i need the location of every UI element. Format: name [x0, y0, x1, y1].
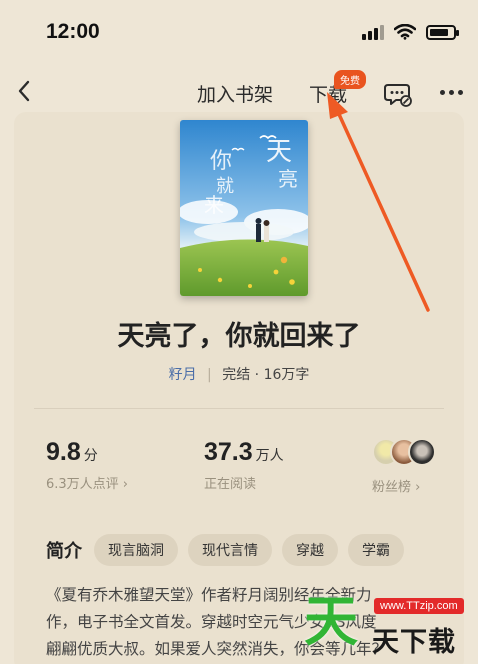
tag-xiandai-yanqing[interactable]: 现代言情	[188, 534, 272, 566]
watermark-logo: 天	[304, 590, 358, 653]
book-title: 天亮了，你就回来了	[117, 321, 361, 352]
back-button[interactable]	[10, 76, 38, 106]
svg-text:天: 天	[266, 137, 292, 167]
cover-illustration: 天 亮 你 就 来	[180, 120, 308, 296]
reading-label: 正在阅读	[204, 477, 257, 492]
rating-unit: 分	[83, 448, 98, 464]
site-watermark: 天 www.TTzip.com 天下载	[304, 590, 478, 664]
intro-header: 简介 现言脑洞 现代言情 穿越 学霸	[46, 534, 414, 566]
tag-xianyan-naodong[interactable]: 现言脑洞	[94, 534, 178, 566]
reading-value: 37.3	[204, 438, 253, 466]
watermark-text: 天下载	[372, 627, 456, 658]
rating-count: 6.3万人点评 ›	[46, 477, 129, 492]
battery-icon	[426, 24, 459, 40]
svg-text:你: 你	[210, 149, 232, 174]
add-to-shelf-button[interactable]: 加入书架	[197, 80, 273, 107]
signal-icon	[362, 24, 384, 40]
status-time: 12:00	[46, 20, 100, 43]
comment-button[interactable]	[383, 79, 413, 109]
book-meta: 籽月 | 完结 · 16万字	[0, 364, 478, 384]
status-icons	[362, 24, 459, 40]
fans-rank-label: 粉丝榜 ›	[372, 480, 421, 495]
rating-stat[interactable]: 9.8 分 6.3万人点评 ›	[46, 438, 128, 492]
free-badge: 免费	[334, 70, 366, 89]
watermark-url: www.TTzip.com	[374, 598, 464, 614]
reading-stat: 37.3 万人 正在阅读	[204, 438, 284, 492]
tag-xueba[interactable]: 学霸	[348, 534, 404, 566]
fan-avatars	[372, 438, 436, 468]
author-link[interactable]: 籽月	[169, 367, 197, 383]
nav-bar: 加入书架 下载 免费	[0, 70, 478, 114]
chevron-left-icon	[18, 80, 30, 102]
rating-value: 9.8	[46, 438, 81, 466]
fans-rank[interactable]: 粉丝榜 ›	[372, 438, 436, 495]
reading-unit: 万人	[255, 448, 284, 464]
svg-text:亮: 亮	[278, 167, 298, 191]
wifi-icon	[394, 24, 416, 40]
book-cover[interactable]: 天 亮 你 就 来	[180, 120, 308, 296]
tag-chuanyue[interactable]: 穿越	[282, 534, 338, 566]
more-icon[interactable]	[440, 84, 470, 100]
status-bar: 12:00	[0, 0, 478, 70]
book-status: 完结 · 16万字	[222, 367, 310, 383]
chat-bubble-icon	[384, 84, 412, 107]
divider	[34, 408, 444, 409]
svg-text:来: 来	[204, 193, 224, 217]
meta-separator: |	[207, 367, 212, 383]
avatar	[408, 438, 436, 466]
intro-label: 简介	[46, 541, 82, 562]
